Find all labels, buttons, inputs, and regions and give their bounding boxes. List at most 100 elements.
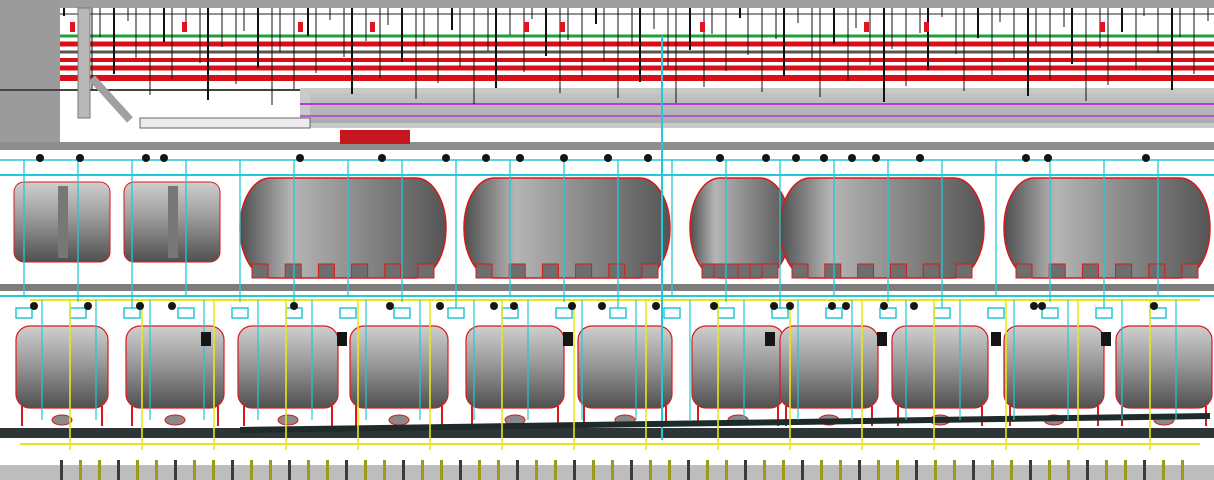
valve-icon xyxy=(716,154,724,162)
red-cable-tray xyxy=(340,130,410,144)
support-post xyxy=(991,460,994,480)
support-post xyxy=(630,460,633,480)
support-post xyxy=(896,460,899,480)
support-post xyxy=(345,460,348,480)
horizontal-tank-icon xyxy=(689,177,791,279)
overhead-duct-shading xyxy=(310,93,1214,123)
left-duct-housing xyxy=(0,0,60,150)
support-post xyxy=(858,460,861,480)
ground-header-pipe xyxy=(0,428,1214,438)
support-post xyxy=(611,460,614,480)
valve-icon xyxy=(991,332,1001,346)
tank-level-gauge xyxy=(168,186,178,258)
valve-icon xyxy=(842,302,850,310)
valve-icon xyxy=(916,154,924,162)
cyan-pipe-loop xyxy=(663,307,681,319)
valve-icon xyxy=(516,154,524,162)
cyan-pipe-loop xyxy=(717,307,735,319)
cyan-pipe-loop xyxy=(231,307,249,319)
valve-icon xyxy=(490,302,498,310)
top-border-beam xyxy=(0,0,1214,8)
valve-icon xyxy=(563,332,573,346)
support-post xyxy=(269,460,272,480)
tank-saddle xyxy=(351,263,369,279)
cyan-pipe-loop xyxy=(339,307,357,319)
hydrant-icon xyxy=(370,22,375,32)
support-post xyxy=(573,460,576,480)
support-post xyxy=(516,460,519,480)
tank-saddle xyxy=(761,263,779,279)
support-post xyxy=(1105,460,1108,480)
tank-saddle xyxy=(317,263,335,279)
valve-icon xyxy=(762,154,770,162)
tank-saddle xyxy=(475,263,493,279)
support-post xyxy=(174,460,177,480)
support-post xyxy=(383,460,386,480)
upper-deck-beam xyxy=(0,142,1214,150)
cyan-pipe-loop xyxy=(987,307,1005,319)
valve-icon xyxy=(1142,154,1150,162)
support-post xyxy=(592,460,595,480)
tank-saddle xyxy=(508,263,526,279)
valve-icon xyxy=(84,302,92,310)
tank-saddle xyxy=(1148,263,1166,279)
tank-saddle xyxy=(641,263,659,279)
support-post xyxy=(554,460,557,480)
hydrant-icon xyxy=(700,22,705,32)
support-post xyxy=(1124,460,1127,480)
support-post xyxy=(972,460,975,480)
valve-icon xyxy=(201,332,211,346)
valve-icon xyxy=(792,154,800,162)
tank-saddle xyxy=(1115,263,1133,279)
support-post xyxy=(155,460,158,480)
cyan-pipe-loop xyxy=(123,307,141,319)
support-post xyxy=(1162,460,1165,480)
tank-saddle xyxy=(1181,263,1199,279)
vertical-tank-icon xyxy=(1003,325,1105,409)
tank-nozzle xyxy=(51,414,73,426)
vertical-tank-icon xyxy=(15,325,109,409)
valve-icon xyxy=(652,302,660,310)
tank-saddle xyxy=(608,263,626,279)
support-post xyxy=(915,460,918,480)
valve-icon xyxy=(136,302,144,310)
valve-icon xyxy=(872,154,880,162)
valve-icon xyxy=(828,302,836,310)
valve-icon xyxy=(848,154,856,162)
support-post xyxy=(364,460,367,480)
tank-saddle xyxy=(1015,263,1033,279)
tank-saddle xyxy=(575,263,593,279)
hydrant-icon xyxy=(924,22,929,32)
middle-deck-beam xyxy=(0,284,1214,291)
support-post xyxy=(1010,460,1013,480)
hydrant-icon xyxy=(864,22,869,32)
hydrant-icon xyxy=(298,22,303,32)
cable-tray xyxy=(139,117,311,129)
tank-saddle xyxy=(857,263,875,279)
valve-icon xyxy=(1038,302,1046,310)
ground-header-pipe xyxy=(239,413,1211,433)
pipe-brace xyxy=(89,75,133,123)
support-post xyxy=(706,460,709,480)
vertical-drop-pipe xyxy=(77,7,91,119)
cyan-pipe-loop xyxy=(177,307,195,319)
support-post xyxy=(307,460,310,480)
support-post xyxy=(440,460,443,480)
support-post xyxy=(687,460,690,480)
valve-icon xyxy=(568,302,576,310)
tank-nozzle xyxy=(277,414,299,426)
support-post xyxy=(763,460,766,480)
support-post xyxy=(136,460,139,480)
support-post xyxy=(877,460,880,480)
support-post xyxy=(79,460,82,480)
valve-icon xyxy=(1150,302,1158,310)
valve-icon xyxy=(30,302,38,310)
horizontal-tank-icon xyxy=(779,177,985,279)
support-post xyxy=(649,460,652,480)
valve-icon xyxy=(290,302,298,310)
cyan-pipe-loop xyxy=(1095,307,1113,319)
valve-icon xyxy=(598,302,606,310)
valve-icon xyxy=(386,302,394,310)
support-post xyxy=(60,460,63,480)
hydrant-icon xyxy=(524,22,529,32)
